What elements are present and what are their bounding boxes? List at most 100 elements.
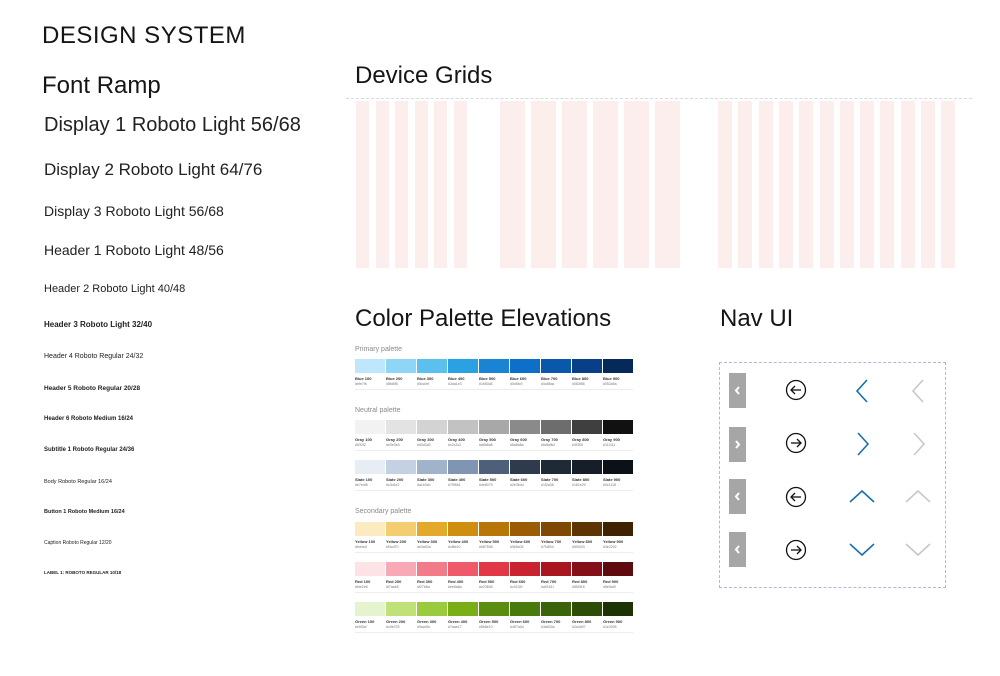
chevron-up-gray-icon <box>905 484 931 510</box>
swatch-hex: #f2f2f2 <box>355 443 366 447</box>
device-grids-divider <box>346 98 972 99</box>
nav-tab-prev-alt-2[interactable] <box>729 532 746 567</box>
swatch-name: Green 300 <box>417 619 437 624</box>
color-swatch <box>386 420 416 434</box>
chevron-left-blue-icon[interactable] <box>850 378 876 404</box>
swatch-hex: #8fd5f6 <box>386 382 398 386</box>
swatch-name: Slate 900 <box>603 477 621 482</box>
grid-column <box>738 101 753 268</box>
swatch-hex: #7f95b1 <box>448 483 461 487</box>
circle-arrow-left-icon-2[interactable] <box>783 484 809 510</box>
grid-column <box>593 101 618 268</box>
color-swatch <box>572 460 602 474</box>
swatch-hex: #0c1118 <box>603 483 616 487</box>
swatch-name: Yellow 600 <box>510 539 531 544</box>
swatch-name: Yellow 900 <box>603 539 624 544</box>
swatch-name: Slate 200 <box>386 477 404 482</box>
swatch-name: Green 900 <box>603 619 623 624</box>
swatch-name: Red 200 <box>386 579 402 584</box>
font-ramp-item: Button 1 Roboto Medium 16/24 <box>44 509 125 515</box>
font-ramp-item: Header 1 Roboto Light 48/56 <box>44 242 224 258</box>
swatch-hex: #111111 <box>603 443 616 447</box>
palette-row-divider <box>355 552 633 553</box>
nav-ui-heading: Nav UI <box>720 305 794 332</box>
swatch-hex: #7aae17 <box>448 625 462 629</box>
color-swatch <box>386 359 416 373</box>
color-swatch <box>572 602 602 616</box>
swatch-hex: #2aa1e3 <box>448 382 462 386</box>
color-swatch <box>479 359 509 373</box>
swatch-hex: #e5f3cf <box>355 625 367 629</box>
color-swatch <box>448 359 478 373</box>
color-swatch <box>541 359 571 373</box>
swatch-hex: #0d6fc9 <box>510 382 523 386</box>
swatch-name: Blue 100 <box>355 376 372 381</box>
swatch-hex: #e3a92a <box>417 545 431 549</box>
grid-column <box>655 101 680 268</box>
swatch-hex: #1b83d4 <box>479 382 493 386</box>
color-swatch <box>603 522 633 536</box>
color-swatch <box>510 522 540 536</box>
swatch-name: Slate 500 <box>479 477 497 482</box>
circle-arrow-right-icon[interactable] <box>783 430 809 456</box>
color-swatch <box>355 562 385 576</box>
color-swatch <box>386 522 416 536</box>
color-swatch <box>572 562 602 576</box>
color-swatch <box>510 562 540 576</box>
color-swatch <box>479 460 509 474</box>
swatch-name: Gray 400 <box>448 437 465 442</box>
color-swatch <box>603 602 633 616</box>
swatch-name: Slate 700 <box>541 477 559 482</box>
font-ramp-item: Header 4 Roboto Regular 24/32 <box>44 353 144 360</box>
color-swatch <box>510 420 540 434</box>
color-swatch <box>417 460 447 474</box>
swatch-hex: #fcebc0 <box>355 545 368 549</box>
nav-tab-prev-alt[interactable] <box>729 479 746 514</box>
font-ramp-item: Caption Roboto Regular 12/20 <box>44 540 112 546</box>
circle-arrow-left-icon[interactable] <box>783 377 809 403</box>
nav-tab-next[interactable] <box>729 427 746 462</box>
color-swatch <box>541 420 571 434</box>
swatch-hex: #8a8a8a <box>510 443 524 447</box>
swatch-hex: #4e6079 <box>479 483 493 487</box>
nav-tab-prev[interactable] <box>729 373 746 408</box>
neutral-palette-label: Neutral palette <box>355 407 401 414</box>
swatch-hex: #ee5a6a <box>448 585 462 589</box>
swatch-name: Yellow 800 <box>572 539 593 544</box>
grid-column <box>375 101 389 268</box>
color-swatch <box>541 522 571 536</box>
color-swatch <box>448 420 478 434</box>
circle-arrow-right-icon-2[interactable] <box>783 537 809 563</box>
font-ramp-item: LABEL 1: ROBOTO REGULAR 10/18 <box>44 570 122 575</box>
device-grids-heading: Device Grids <box>355 62 493 89</box>
chevron-down-blue-icon[interactable] <box>849 537 875 563</box>
swatch-hex: #161e29 <box>572 483 586 487</box>
swatch-name: Blue 400 <box>448 376 465 381</box>
font-ramp-item: Header 6 Roboto Medium 16/24 <box>44 416 134 422</box>
chevron-right-blue-icon[interactable] <box>850 431 876 457</box>
swatch-hex: #487a0d <box>510 625 524 629</box>
font-ramp-item: Display 2 Roboto Light 64/76 <box>44 160 263 179</box>
grid-column <box>356 101 369 268</box>
color-swatch <box>448 602 478 616</box>
swatch-name: Gray 500 <box>479 437 496 442</box>
swatch-hex: #e3e3e3 <box>386 443 400 447</box>
grid-column <box>531 101 556 268</box>
swatch-hex: #bfe7fb <box>355 382 367 386</box>
swatch-hex: #9acb3c <box>417 625 431 629</box>
color-swatch <box>417 420 447 434</box>
color-swatch <box>479 602 509 616</box>
swatch-hex: #052a5a <box>603 382 617 386</box>
font-ramp-heading: Font Ramp <box>42 72 161 99</box>
swatch-name: Slate 600 <box>510 477 528 482</box>
page-title: DESIGN SYSTEM <box>42 22 246 49</box>
chevron-up-blue-icon[interactable] <box>849 484 875 510</box>
grid-column <box>562 101 587 268</box>
color-swatch <box>510 602 540 616</box>
swatch-name: Red 700 <box>541 579 557 584</box>
swatch-name: Red 900 <box>603 579 619 584</box>
color-swatch <box>355 359 385 373</box>
color-swatch <box>479 522 509 536</box>
swatch-hex: #9b5c05 <box>510 545 524 549</box>
color-swatch <box>572 522 602 536</box>
